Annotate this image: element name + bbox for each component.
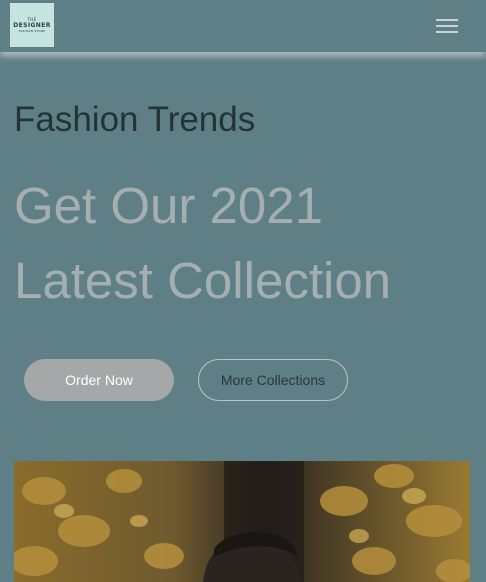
brand-logo[interactable]: THE DESIGNER FASHION STORE — [10, 3, 54, 47]
hero-headline: Get Our 2021 Latest Collection — [14, 168, 391, 318]
menu-bar — [436, 31, 458, 33]
headline-line-2: Latest Collection — [14, 252, 392, 309]
hamburger-menu-icon[interactable] — [432, 14, 462, 38]
menu-bar — [436, 25, 458, 27]
more-collections-button[interactable]: More Collections — [198, 359, 348, 401]
hero-subtitle: Fashion Trends — [14, 100, 256, 139]
hero-image — [14, 461, 470, 582]
logo-line-1: THE — [27, 16, 37, 22]
order-now-button[interactable]: Order Now — [24, 359, 174, 401]
menu-bar — [436, 19, 458, 21]
navbar: THE DESIGNER FASHION STORE — [0, 0, 486, 52]
logo-line-2: DESIGNER — [13, 21, 51, 29]
logo-line-3: FASHION STORE — [18, 28, 46, 33]
hero-photo-illustration — [14, 461, 470, 582]
headline-line-1: Get Our 2021 — [14, 177, 324, 234]
page: THE DESIGNER FASHION STORE Fashion Trend… — [0, 0, 486, 582]
